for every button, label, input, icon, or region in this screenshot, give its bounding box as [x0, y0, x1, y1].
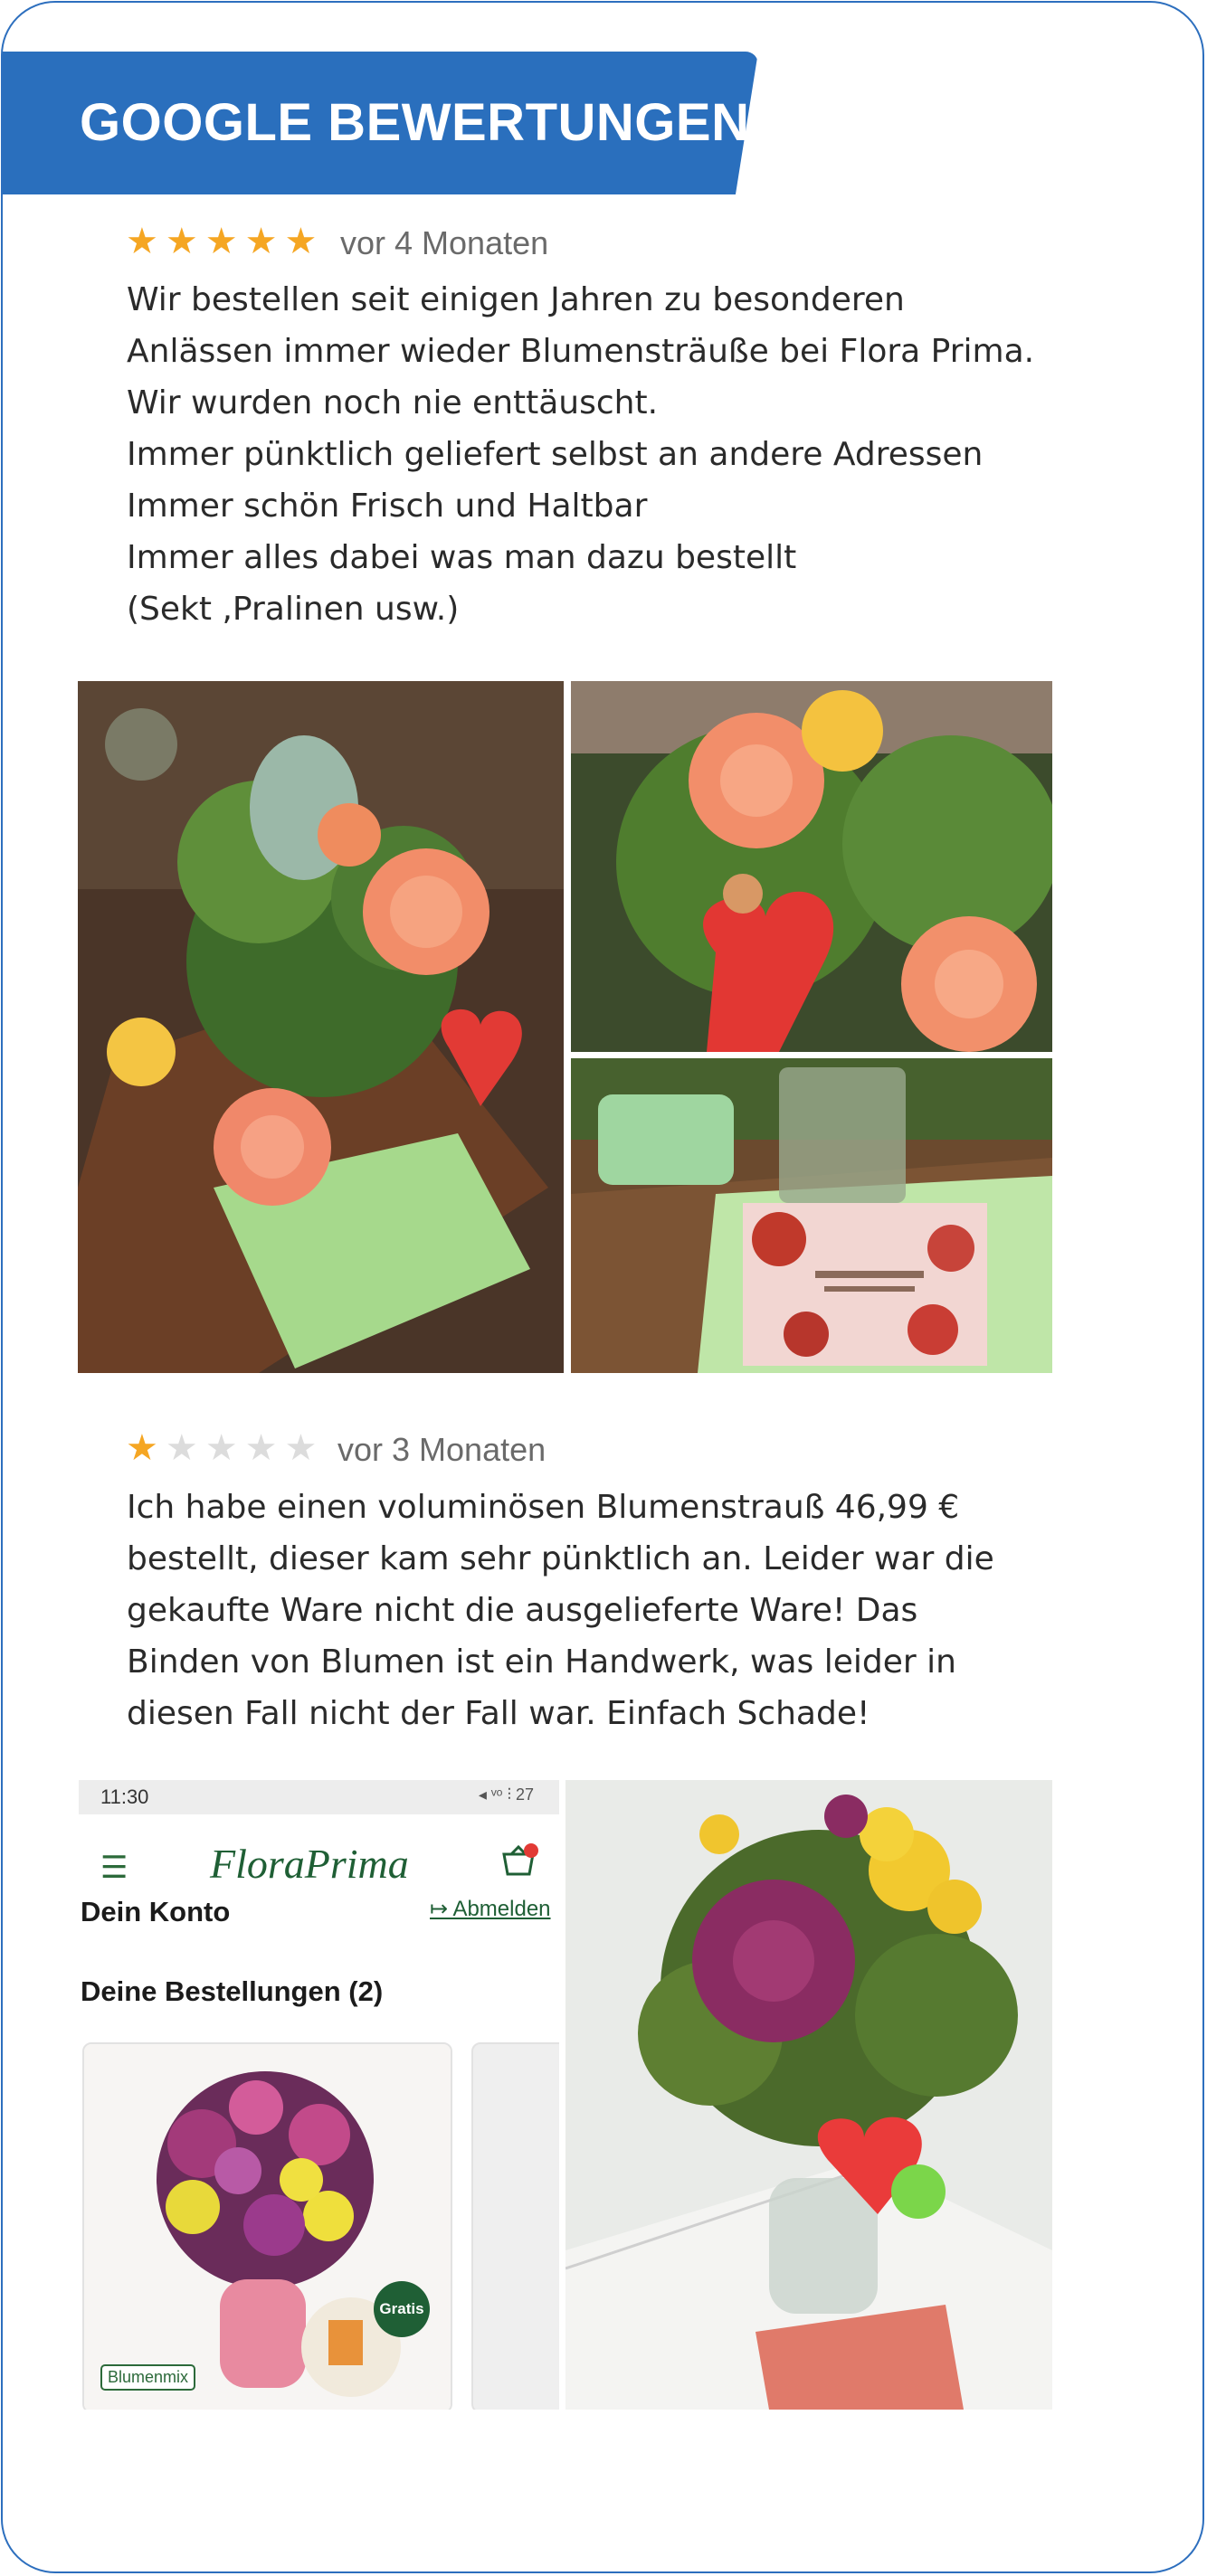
review-2-text: Ich habe einen voluminösen Blumenstrauß …	[127, 1482, 1050, 1739]
review-line: gekaufte Ware nicht die ausgelieferte Wa…	[127, 1592, 918, 1629]
review-2-stars: ★ ★ ★ ★ ★	[126, 1430, 317, 1466]
star-icon: ★	[165, 1427, 198, 1469]
product-tag: Blumenmix	[100, 2364, 196, 2391]
review-line: Immer alles dabei was man dazu bestellt	[127, 539, 797, 576]
review-line: Wir bestellen seit einigen Jahren zu bes…	[127, 281, 905, 318]
review-2-photo-app-screenshot[interactable]: 11:30 ◂ ᵛᵒ ⫶ 27 ☰ FloraPrima Dein Konto …	[79, 1780, 559, 2410]
phone-system-icons: ◂ ᵛᵒ ⫶ 27	[478, 1785, 534, 1804]
review-line: Wir wurden noch nie enttäuscht.	[127, 384, 659, 421]
review-1-stars: ★ ★ ★ ★ ★	[126, 223, 317, 260]
star-icon: ★	[284, 1427, 318, 1469]
banner-title: GOOGLE BEWERTUNGEN	[80, 93, 750, 152]
flora-prima-logo: FloraPrima	[210, 1841, 409, 1887]
star-icon: ★	[165, 221, 198, 262]
star-icon: ★	[126, 221, 158, 262]
review-1-photo-card[interactable]	[571, 1058, 1052, 1373]
star-icon: ★	[244, 1427, 278, 1469]
order-card-next	[471, 2042, 559, 2410]
review-line: Binden von Blumen ist ein Handwerk, was …	[127, 1643, 956, 1681]
order-bouquet-image	[84, 2044, 451, 2410]
star-icon: ★	[126, 1427, 158, 1469]
logout-link: ↦ Abmelden	[430, 1897, 551, 1921]
gratis-badge: Gratis	[374, 2281, 430, 2337]
review-1-photo-bouquet[interactable]	[78, 681, 564, 1373]
account-title: Dein Konto	[81, 1896, 231, 1927]
review-line: bestellt, dieser kam sehr pünktlich an. …	[127, 1540, 994, 1577]
star-icon: ★	[284, 221, 318, 262]
review-2-date: vor 3 Monaten	[337, 1431, 546, 1468]
review-line: (Sekt ,Pralinen usw.)	[127, 591, 460, 628]
review-1-photo-roses[interactable]	[571, 681, 1052, 1052]
review-1-text: Wir bestellen seit einigen Jahren zu bes…	[127, 274, 1050, 635]
orders-title: Deine Bestellungen (2)	[81, 1975, 384, 2007]
review-line: Anlässen immer wieder Blumensträuße bei …	[127, 333, 1035, 370]
review-1-date: vor 4 Monaten	[340, 224, 549, 261]
star-icon: ★	[244, 221, 278, 262]
menu-icon: ☰	[100, 1850, 128, 1886]
order-card: Blumenmix Gratis	[82, 2042, 452, 2410]
review-card: GOOGLE BEWERTUNGEN ★ ★ ★ ★ ★ vor 4 Monat…	[1, 1, 1204, 2573]
review-line: diesen Fall nicht der Fall war. Einfach …	[127, 1695, 870, 1732]
cart-icon	[502, 1843, 538, 1876]
review-line: Immer pünktlich geliefert selbst an ande…	[127, 436, 984, 473]
phone-time: 11:30	[100, 1785, 149, 1808]
star-icon: ★	[204, 1427, 238, 1469]
review-2-photo-delivered-bouquet[interactable]	[565, 1780, 1052, 2410]
star-icon: ★	[204, 221, 238, 262]
review-line: Immer schön Frisch und Haltbar	[127, 488, 648, 525]
review-line: Ich habe einen voluminösen Blumenstrauß …	[127, 1489, 960, 1526]
